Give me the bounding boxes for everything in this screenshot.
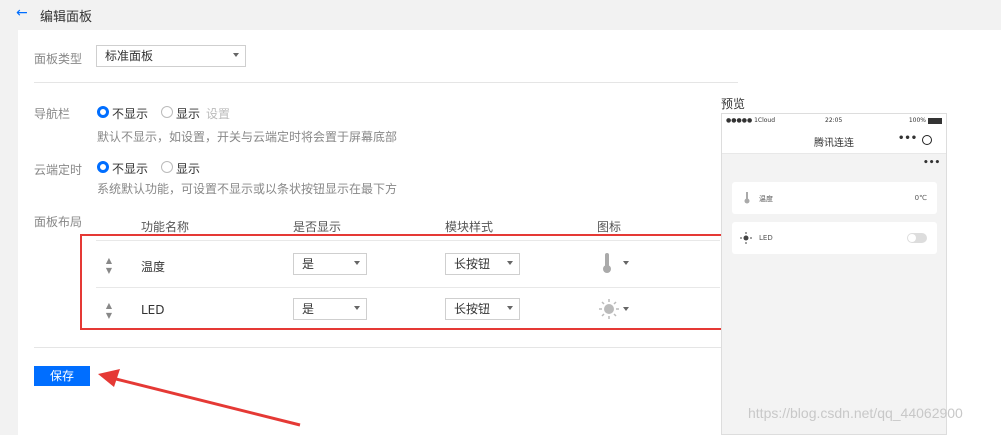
status-bar: ●●●●● 1Cloud 22:05 100% bbox=[722, 114, 946, 128]
back-arrow-icon[interactable]: ← bbox=[16, 5, 28, 21]
carrier: ●●●●● 1Cloud bbox=[726, 117, 776, 124]
cloud-timer-hide-radio[interactable] bbox=[97, 161, 109, 173]
sun-icon bbox=[740, 232, 752, 244]
nav-bar-show-radio[interactable] bbox=[161, 106, 173, 118]
cloud-timer-desc: 系统默认功能，可设置不显示或以条状按钮显示在最下方 bbox=[97, 182, 398, 196]
temp-card-value: 0℃ bbox=[914, 194, 927, 202]
top-bar: ← 编辑面板 bbox=[0, 0, 1001, 28]
cloud-timer-show-text: 显示 bbox=[176, 162, 201, 176]
cloud-timer-label: 云端定时 bbox=[34, 163, 83, 177]
col-header-style: 模块样式 bbox=[445, 220, 494, 234]
phone-title: 腾讯连连 bbox=[814, 138, 854, 149]
battery-text: 100% bbox=[908, 117, 926, 124]
nav-bar-label: 导航栏 bbox=[34, 107, 71, 121]
panel-type-select[interactable]: 标准面板 bbox=[96, 45, 246, 67]
temp-card-label: 温度 bbox=[759, 195, 773, 203]
temp-card[interactable]: 温度 0℃ bbox=[732, 182, 937, 214]
watermark: https://blog.csdn.net/qq_44062900 bbox=[748, 405, 963, 421]
col-header-visible: 是否显示 bbox=[293, 220, 342, 234]
thermometer-icon bbox=[744, 192, 750, 204]
nav-bar-settings-link[interactable]: 设置 bbox=[206, 105, 230, 122]
capsule: ••• bbox=[892, 131, 940, 149]
nav-bar-desc: 默认不显示，如设置，开关与云端定时将会置于屏幕底部 bbox=[97, 130, 398, 144]
divider bbox=[34, 347, 738, 348]
page-title: 编辑面板 bbox=[40, 10, 93, 25]
cloud-timer-hide-text: 不显示 bbox=[112, 162, 149, 176]
arrow-annotation bbox=[98, 369, 301, 427]
panel-type-value: 标准面板 bbox=[105, 49, 154, 63]
highlight-box bbox=[80, 234, 742, 330]
nav-bar-hide-radio[interactable] bbox=[97, 106, 109, 118]
col-header-name: 功能名称 bbox=[141, 220, 190, 234]
led-card-label: LED bbox=[759, 234, 773, 242]
more-icon[interactable]: ••• bbox=[898, 133, 917, 144]
col-header-icon: 图标 bbox=[597, 220, 622, 234]
led-toggle[interactable] bbox=[907, 233, 927, 243]
battery-icon bbox=[928, 118, 942, 124]
divider bbox=[34, 82, 738, 83]
nav-bar-hide-text: 不显示 bbox=[112, 107, 149, 121]
led-card[interactable]: LED bbox=[732, 222, 937, 254]
more-icon[interactable]: ••• bbox=[923, 158, 940, 168]
cloud-timer-show-radio[interactable] bbox=[161, 161, 173, 173]
close-circle-icon[interactable] bbox=[922, 135, 932, 145]
phone-preview: ●●●●● 1Cloud 22:05 100% 腾讯连连 ••• ••• 温度 … bbox=[721, 113, 947, 435]
chevron-down-icon bbox=[233, 53, 239, 57]
preview-label: 预览 bbox=[721, 97, 746, 111]
nav-bar-show-text: 显示 bbox=[176, 107, 201, 121]
save-button[interactable]: 保存 bbox=[34, 366, 90, 386]
panel-layout-label: 面板布局 bbox=[34, 215, 83, 229]
phone-header: 腾讯连连 ••• bbox=[722, 128, 946, 154]
panel-type-label: 面板类型 bbox=[34, 52, 83, 66]
clock: 22:05 bbox=[825, 117, 843, 124]
